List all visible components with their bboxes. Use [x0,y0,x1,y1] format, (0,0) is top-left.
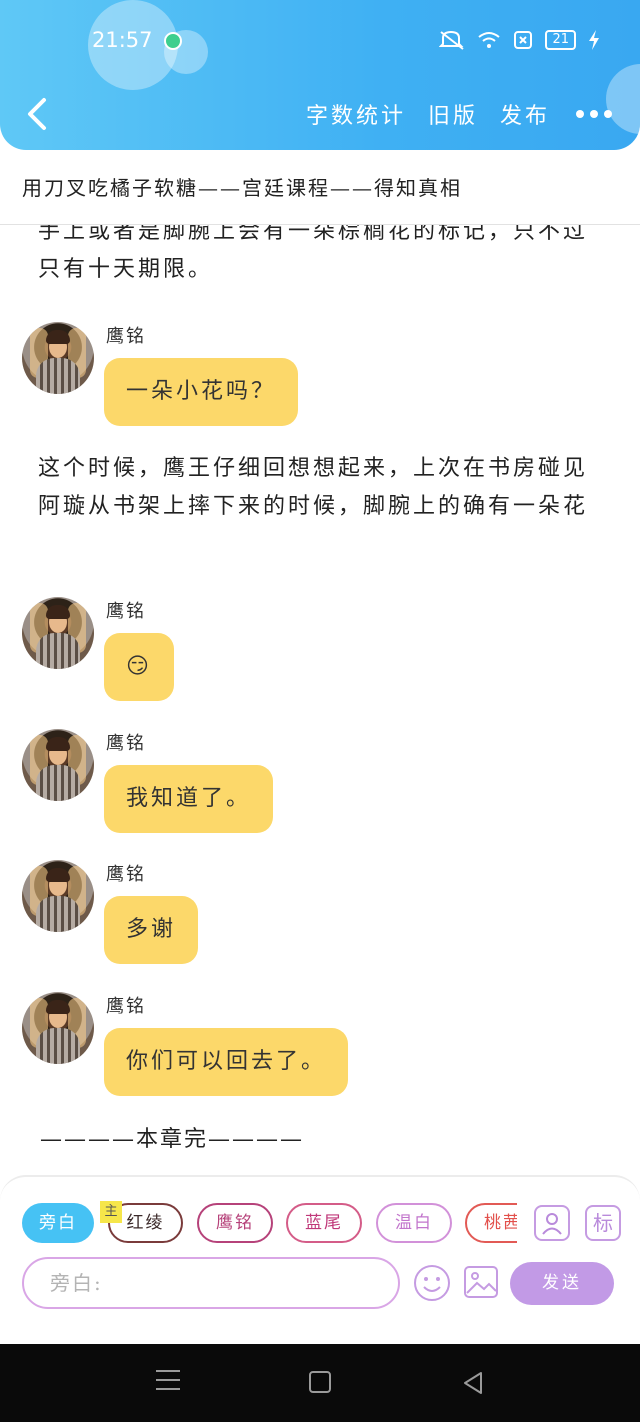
chip-character[interactable]: 桃茜 [465,1203,517,1243]
message-bubble[interactable]: 😏 [104,633,174,701]
chip-character[interactable]: 鹰铭 [197,1203,273,1243]
chip-narrator[interactable]: 旁白 [22,1203,94,1243]
chapter-end-marker: ————本章完———— [40,1127,305,1152]
sim-icon [514,31,533,49]
speaker-name: 鹰铭 [106,864,146,885]
chat-message: 鹰铭 多谢 [22,860,622,970]
message-bubble[interactable]: 我知道了。 [104,765,274,833]
header-nav: 字数统计 旧版 发布 [306,98,612,130]
mute-icon [439,30,465,50]
main-character-badge: 主 [100,1201,122,1223]
chip-character[interactable]: 温白 [376,1203,452,1243]
chat-message: 鹰铭 你们可以回去了。 [22,992,622,1102]
message-bubble[interactable]: 多谢 [104,896,199,964]
word-count-button[interactable]: 字数统计 [306,98,406,130]
speaker-name: 鹰铭 [106,733,146,754]
character-chip-row[interactable]: 旁白 红绫 主 鹰铭 蓝尾 温白 桃茜 [22,1201,517,1247]
charging-icon [589,30,599,50]
top-header: 21:57 21 字数统计 旧版 发布 [0,0,640,150]
back-triangle-icon[interactable] [462,1371,484,1395]
status-icons: 21 [439,30,600,50]
message-bubble[interactable]: 你们可以回去了。 [104,1028,349,1096]
old-version-button[interactable]: 旧版 [428,98,478,130]
chapter-title: 用刀叉吃橘子软糖——宫廷课程——得知真相 [22,176,462,200]
chat-content[interactable]: 手上或者是脚腕上会有一朵棕榈花的标记，只不过只有十天期限。 鹰铭 一朵小花吗？ … [0,225,640,1175]
more-menu-button[interactable] [576,110,612,118]
wifi-icon [478,32,501,48]
send-button[interactable]: 发送 [510,1262,614,1305]
recent-apps-icon[interactable] [156,1370,180,1392]
battery-indicator: 21 [545,30,576,50]
speaker-name: 鹰铭 [106,601,146,622]
message-input[interactable]: 旁白: [22,1257,400,1309]
input-panel: 旁白 红绫 主 鹰铭 蓝尾 温白 桃茜 标 旁白: 发送 [0,1175,640,1310]
speaker-name: 鹰铭 [106,996,146,1017]
publish-button[interactable]: 发布 [500,98,550,130]
character-avatar[interactable] [22,597,94,669]
emoji-icon[interactable] [412,1263,452,1303]
chip-character[interactable]: 蓝尾 [286,1203,362,1243]
speaker-name: 鹰铭 [106,326,146,347]
image-icon[interactable] [462,1263,500,1301]
chat-message: 鹰铭 我知道了。 [22,729,622,839]
narration-text: 手上或者是脚腕上会有一朵棕榈花的标记，只不过只有十天期限。 [38,225,589,282]
narration-text: 这个时候，鹰王仔细回想想起来，上次在书房碰见阿璇从书架上摔下来的时候，脚腕上的确… [38,456,589,519]
message-bubble[interactable]: 一朵小花吗？ [104,358,299,426]
home-icon[interactable] [309,1371,331,1393]
chat-message: 鹰铭 一朵小花吗？ [22,322,622,432]
chat-message: 鹰铭 😏 [22,597,622,707]
character-avatar[interactable] [22,860,94,932]
status-time: 21:57 [92,28,153,52]
app-notification-icon [164,32,182,50]
character-manage-icon[interactable] [534,1205,570,1241]
character-avatar[interactable] [22,322,94,394]
character-avatar[interactable] [22,992,94,1064]
character-avatar[interactable] [22,729,94,801]
system-nav-bar [0,1344,640,1422]
mark-button[interactable]: 标 [585,1205,621,1241]
back-arrow-icon[interactable] [22,96,52,132]
